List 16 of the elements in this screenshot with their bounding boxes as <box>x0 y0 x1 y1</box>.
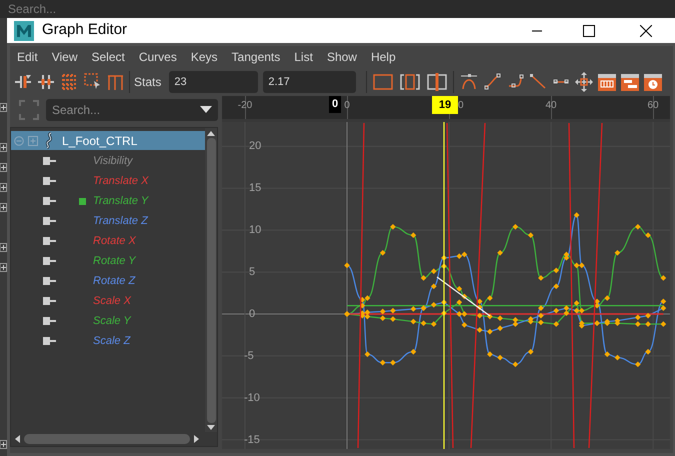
frame-number: -20 <box>238 99 252 113</box>
frame-number: 0 <box>458 99 464 113</box>
value-axis-label: 15 <box>249 182 262 194</box>
stats-label: Stats <box>134 74 162 91</box>
frame-number: 60 <box>647 99 659 113</box>
frame-number: 0 <box>344 99 350 113</box>
frame-number: 40 <box>545 99 557 113</box>
value-axis-label: -5 <box>244 350 254 362</box>
outliner-item-label: L_Foot_CTRL <box>62 132 138 150</box>
value-axis-label: -15 <box>244 434 260 446</box>
value-axis-label: -10 <box>244 392 260 404</box>
value-axis-label: 0 <box>249 308 256 320</box>
value-axis-label: 5 <box>249 266 256 278</box>
window-title: Graph Editor <box>42 20 128 40</box>
value-axis-label: 20 <box>249 140 262 152</box>
value-axis-label: 10 <box>249 224 262 236</box>
